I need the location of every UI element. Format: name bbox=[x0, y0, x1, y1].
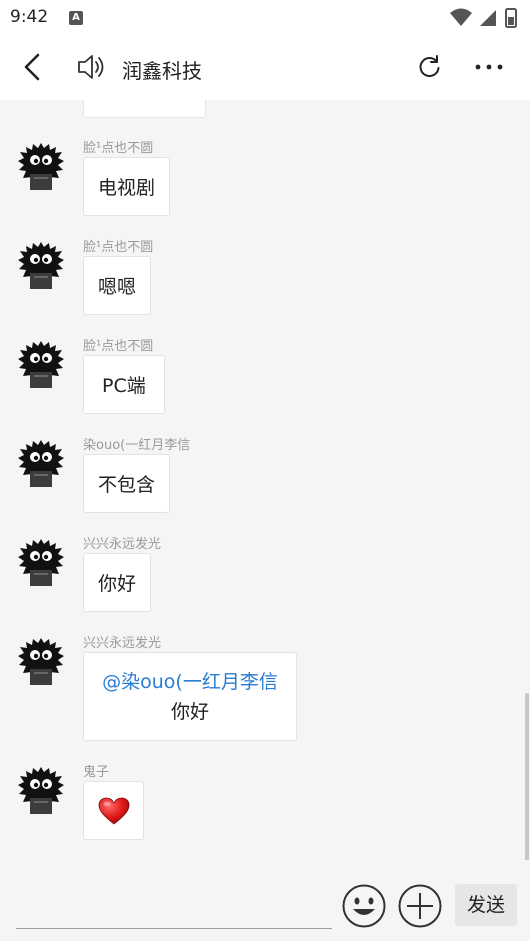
notification-a-icon: A bbox=[69, 11, 83, 25]
heart-emoji-icon bbox=[98, 797, 129, 825]
message-bubble[interactable]: 不包含 bbox=[83, 454, 171, 513]
sender-name: 染ouo(一红月李信 bbox=[83, 438, 191, 453]
avatar-icon[interactable] bbox=[16, 635, 66, 687]
chat-header: 润鑫科技 bbox=[0, 36, 530, 100]
wifi-icon bbox=[450, 8, 472, 26]
status-bar: 9:42 A bbox=[0, 0, 530, 36]
avatar-icon[interactable] bbox=[16, 140, 66, 192]
message-text: 你好 bbox=[170, 700, 209, 723]
avatar-icon[interactable] bbox=[16, 764, 66, 816]
sender-name: 脸¹点也不圆 bbox=[83, 339, 154, 354]
refresh-icon[interactable] bbox=[416, 53, 444, 81]
sender-name: 脸¹点也不圆 bbox=[83, 240, 154, 255]
message-bubble[interactable]: @染ouo(一红月李信 你好 bbox=[83, 652, 297, 741]
avatar-icon[interactable] bbox=[16, 536, 66, 588]
message-bubble[interactable]: 嗯嗯 bbox=[83, 256, 152, 315]
chat-message-list[interactable]: 脸¹点也不圆 电视剧 脸¹点也不圆 嗯嗯 脸¹点也不圆 PC端 染ouo(一红月… bbox=[0, 100, 530, 860]
avatar-icon[interactable] bbox=[16, 239, 66, 291]
back-icon[interactable] bbox=[18, 50, 48, 84]
message-bubble-partial bbox=[83, 100, 206, 118]
input-bar: 发送 bbox=[0, 860, 530, 941]
system-icons bbox=[450, 8, 520, 32]
emoji-icon[interactable] bbox=[341, 883, 387, 929]
send-button[interactable]: 发送 bbox=[455, 884, 517, 926]
speaker-icon[interactable] bbox=[76, 52, 106, 82]
scrollbar[interactable] bbox=[525, 693, 529, 871]
add-icon[interactable] bbox=[397, 883, 443, 929]
message-input[interactable] bbox=[16, 928, 332, 929]
avatar-icon[interactable] bbox=[16, 437, 66, 489]
message-bubble[interactable]: 电视剧 bbox=[83, 157, 171, 216]
sender-name: 脸¹点也不圆 bbox=[83, 141, 154, 156]
sender-name: 兴兴永远发光 bbox=[83, 537, 162, 552]
sender-name: 鬼子 bbox=[83, 765, 110, 780]
message-bubble[interactable]: 你好 bbox=[83, 553, 152, 612]
page-title: 润鑫科技 bbox=[122, 59, 202, 83]
message-bubble[interactable]: PC端 bbox=[83, 355, 165, 414]
avatar-icon[interactable] bbox=[16, 338, 66, 390]
message-bubble[interactable] bbox=[83, 781, 144, 840]
more-options-icon[interactable] bbox=[472, 53, 506, 81]
mention-link[interactable]: @染ouo(一红月李信 bbox=[102, 667, 278, 697]
status-time: 9:42 bbox=[10, 7, 49, 27]
sender-name: 兴兴永远发光 bbox=[83, 636, 162, 651]
signal-icon bbox=[480, 10, 496, 26]
